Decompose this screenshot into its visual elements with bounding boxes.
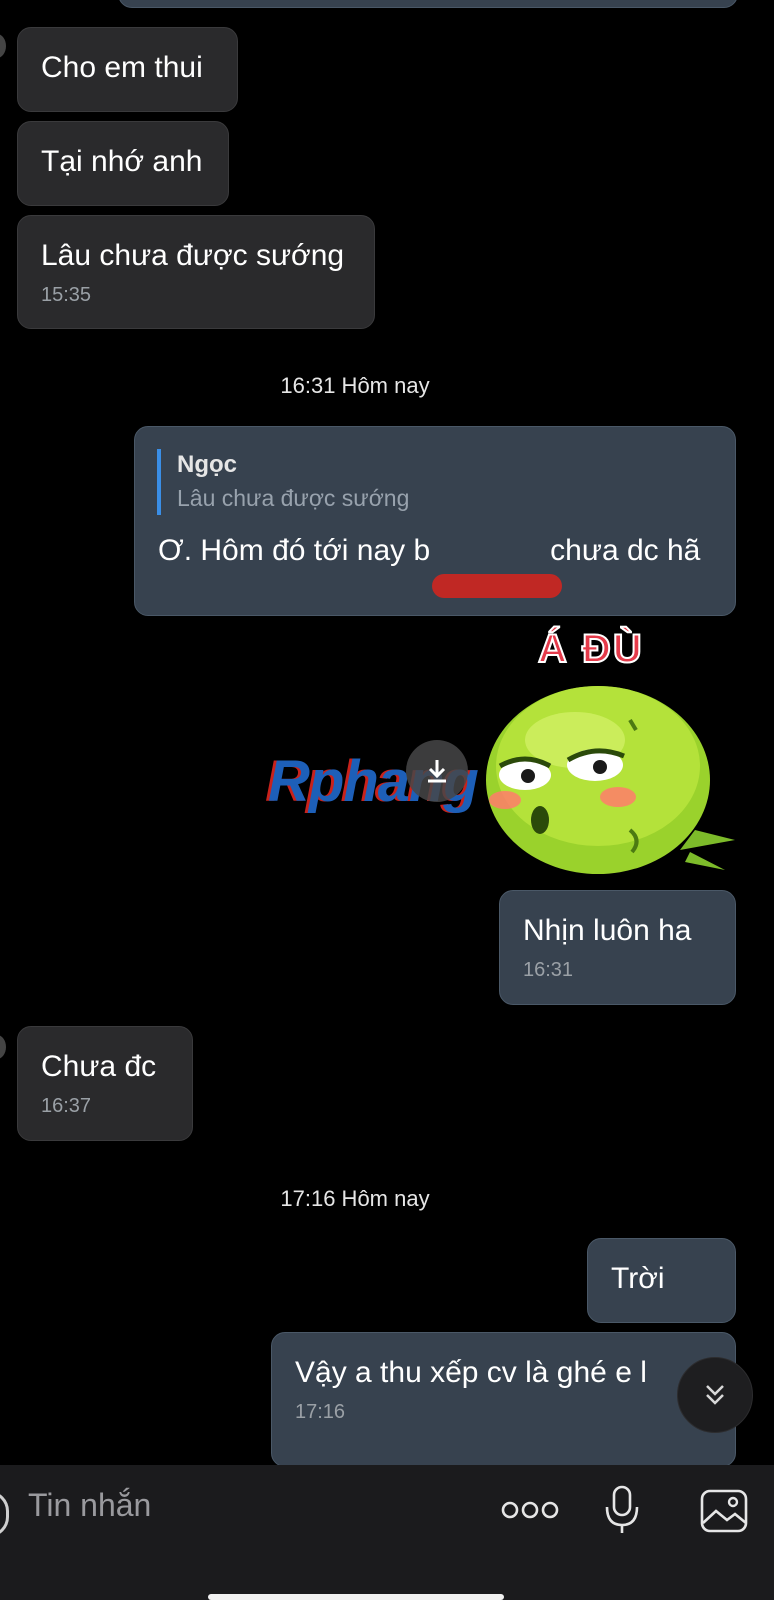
message-bubble-incoming[interactable]: Tại nhớ anh (17, 121, 229, 206)
quoted-sender-name: Ngọc (177, 451, 237, 478)
message-text: Vậy a thu xếp cv là ghé e l (295, 1356, 647, 1389)
microphone-icon (605, 1485, 639, 1533)
sticker-message[interactable]: Á ĐÙ (480, 625, 740, 880)
quoted-message[interactable]: Ngọc Lâu chưa được sướng (157, 449, 713, 515)
message-time: 17:16 (295, 1401, 346, 1423)
scroll-to-bottom-button[interactable] (677, 1357, 753, 1433)
home-indicator (208, 1594, 504, 1600)
red-redaction-scribble (432, 574, 562, 598)
sender-avatar[interactable] (0, 1035, 6, 1059)
message-text: Lâu chưa được sướng (41, 239, 345, 272)
message-text-start: Ơ. Hôm đó tới nay b (158, 534, 431, 567)
message-bubble-incoming[interactable]: Lâu chưa được sướng 15:35 (17, 215, 375, 329)
microphone-button[interactable] (604, 1485, 640, 1537)
message-bubble-incoming[interactable]: Cho em thui (17, 27, 238, 112)
message-text-end: chưa dc hã (550, 534, 701, 567)
message-bubble-outgoing[interactable]: Nhịn luôn ha 16:31 (499, 890, 736, 1005)
time-divider: 16:31 Hôm nay (280, 373, 430, 398)
message-bubble-outgoing[interactable]: Trời (587, 1238, 736, 1323)
message-bubble-outgoing[interactable]: Vậy a thu xếp cv là ghé e l 17:16 (271, 1332, 736, 1467)
message-text: Trời (611, 1262, 665, 1295)
quoted-text: Lâu chưa được sướng (177, 485, 410, 511)
message-time: 15:35 (41, 284, 92, 306)
message-text: Cho em thui (41, 51, 203, 84)
sticker-picker-button[interactable] (0, 1491, 9, 1537)
download-icon (428, 760, 446, 783)
message-time: 16:31 (523, 959, 574, 981)
sender-avatar[interactable] (0, 34, 6, 58)
message-input[interactable]: Tin nhắn (28, 1487, 151, 1524)
download-button[interactable] (406, 740, 468, 802)
sticker-caption: Á ĐÙ (537, 626, 644, 672)
message-text: Chưa đc (41, 1050, 157, 1083)
chat-screen: Cho em thui Tại nhớ anh Lâu chưa được sư… (0, 0, 774, 1600)
message-time: 16:37 (41, 1095, 92, 1117)
message-text: Ơ. Hôm đó tới nay b chưa dc hã (158, 533, 713, 569)
image-gallery-icon (700, 1489, 748, 1533)
message-text: Tại nhớ anh (41, 145, 203, 178)
message-text: Nhịn luôn ha (523, 914, 692, 947)
more-options-icon (501, 1501, 559, 1519)
message-bubble-incoming[interactable]: Chưa đc 16:37 (17, 1026, 193, 1141)
image-gallery-button[interactable] (700, 1489, 748, 1533)
message-composer: Tin nhắn (0, 1465, 774, 1600)
green-puffer-creature-sticker (486, 686, 735, 874)
partial-message-bubble[interactable] (118, 0, 738, 8)
time-divider: 17:16 Hôm nay (280, 1186, 430, 1211)
more-options-button[interactable] (500, 1495, 560, 1525)
double-chevron-down-icon (706, 1385, 724, 1405)
